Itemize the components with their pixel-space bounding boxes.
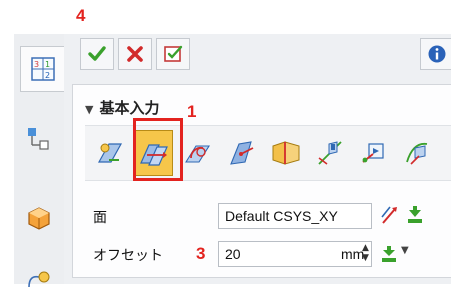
sidebar-tab-part[interactable] — [20, 196, 58, 240]
tree-icon — [28, 128, 49, 150]
offset-unit: mm — [341, 246, 365, 262]
section-title: 基本入力 — [99, 99, 160, 117]
svg-text:2: 2 — [45, 71, 50, 80]
highlight-box — [133, 118, 183, 181]
variable-pick-icon[interactable] — [379, 245, 399, 265]
dropdown-arrow-icon[interactable]: ▼ — [401, 245, 409, 256]
spinner-down-icon[interactable]: ▼ — [362, 253, 370, 263]
curve-plane-icon — [406, 142, 428, 165]
annotation-marker-3: 3 — [196, 244, 206, 263]
face-pick-icon[interactable] — [405, 205, 425, 227]
plane-type-button-1[interactable] — [91, 130, 129, 176]
plane-type-button-8[interactable] — [399, 130, 437, 176]
spinner-up-icon[interactable]: ▲ — [362, 243, 370, 253]
plane-type-button-3[interactable] — [179, 130, 217, 176]
midplane-icon — [272, 141, 300, 165]
check-icon — [88, 46, 106, 61]
shape-icon — [28, 271, 50, 288]
sidebar-tab-shape[interactable] — [20, 256, 58, 300]
point-plane-icon — [97, 143, 123, 163]
view-plane-icon — [362, 143, 384, 163]
plane-type-button-4[interactable] — [223, 130, 261, 176]
plane-type-button-5[interactable] — [267, 130, 305, 176]
info-button[interactable] — [420, 38, 451, 70]
left-sidebar: 3 1 2 — [14, 34, 65, 288]
annotation-marker-1: 1 — [187, 102, 197, 121]
svg-text:1: 1 — [45, 60, 50, 69]
section-header[interactable]: ▼ 基本入力 — [85, 97, 159, 118]
annotation-marker-4: 4 — [76, 6, 86, 25]
close-icon — [127, 46, 143, 62]
face-reference-field[interactable]: Default CSYS_XY — [218, 203, 372, 229]
axis-plane-icon — [318, 141, 342, 165]
normal-plane-icon — [230, 141, 254, 165]
offset-spinner[interactable]: ▲ ▼ — [362, 243, 370, 263]
face-label: 面 — [93, 210, 107, 226]
collapse-arrow-icon[interactable]: ▼ — [85, 103, 93, 116]
sidebar-tab-parameters[interactable]: 3 1 2 — [20, 46, 65, 92]
cancel-button[interactable] — [118, 38, 152, 70]
svg-text:3: 3 — [34, 60, 39, 69]
panel-toolbar — [72, 38, 451, 76]
info-icon — [428, 45, 446, 63]
apply-icon — [164, 45, 183, 62]
part-icon — [28, 207, 50, 230]
plane-type-button-7[interactable] — [355, 130, 393, 176]
plane-type-button-6[interactable] — [311, 130, 349, 176]
sidebar-tab-tree[interactable] — [20, 116, 58, 160]
parameters-icon: 3 1 2 — [31, 57, 55, 81]
offset-label: オフセット — [93, 248, 163, 264]
basic-input-section: ▼ 基本入力 面 Default CSYS_XY オフセット 20 mm ▲ ▼… — [72, 84, 451, 278]
reverse-direction-icon[interactable] — [379, 205, 399, 227]
ok-button[interactable] — [80, 38, 114, 70]
apply-button[interactable] — [156, 38, 190, 70]
angle-plane-icon — [185, 145, 210, 163]
